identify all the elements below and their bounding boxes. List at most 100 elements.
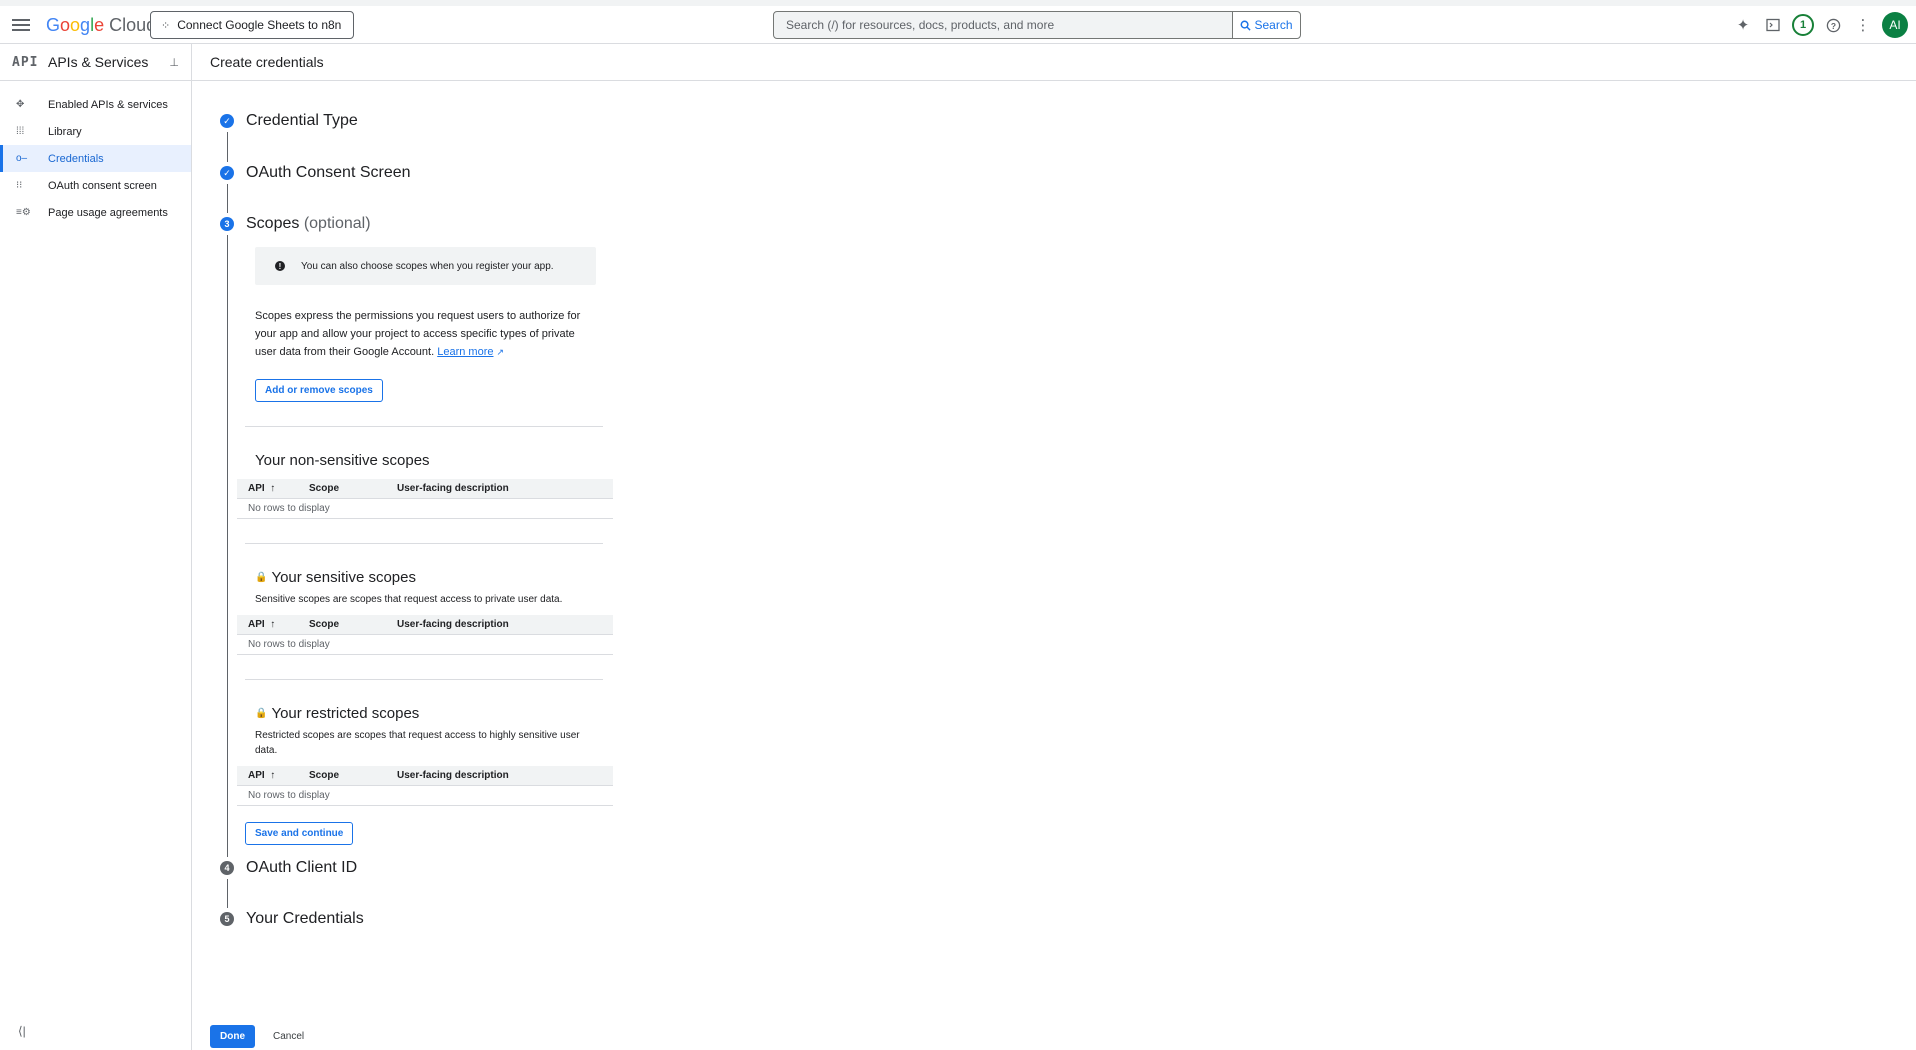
table-header: API ↑ Scope User-facing description xyxy=(237,479,613,499)
check-icon: ✓ xyxy=(220,166,234,180)
save-and-continue-button[interactable]: Save and continue xyxy=(245,822,354,845)
sidebar-item-label: Enabled APIs & services xyxy=(48,98,168,111)
sidebar: API APIs & Services ⊥ ✥ Enabled APIs & s… xyxy=(0,44,192,1050)
step-your-credentials[interactable]: 5 Your Credentials xyxy=(220,908,640,930)
check-icon: ✓ xyxy=(220,114,234,128)
top-icons: ✦ 1 ? ⋮ AI xyxy=(1732,12,1916,38)
lock-icon: 🔒 xyxy=(255,708,268,719)
consent-icon: ⁝⁝ xyxy=(16,180,23,191)
sidebar-item-library[interactable]: ⁞⁞⁞ Library xyxy=(0,118,191,145)
info-icon: ! xyxy=(275,261,285,271)
sidebar-item-credentials[interactable]: o‒ Credentials xyxy=(0,145,191,172)
restricted-scopes-table: API ↑ Scope User-facing description No r… xyxy=(237,766,613,806)
main-content: Create credentials ✓ Credential Type ✓ O… xyxy=(192,44,1916,1050)
logo-google-text: Google xyxy=(46,15,105,35)
sidebar-item-label: Credentials xyxy=(48,152,104,165)
project-icon: ⁘ xyxy=(161,19,170,32)
sidebar-item-label: Library xyxy=(48,125,82,138)
step-oauth-consent[interactable]: ✓ OAuth Consent Screen xyxy=(220,162,640,184)
scope-column-header[interactable]: Scope xyxy=(309,770,397,781)
step-number-badge: 3 xyxy=(220,217,234,231)
info-banner: ! You can also choose scopes when you re… xyxy=(255,247,596,285)
library-icon: ⁞⁞⁞ xyxy=(16,126,25,137)
enabled-apis-icon: ✥ xyxy=(16,99,25,110)
sensitive-scopes-title: 🔒 Your sensitive scopes xyxy=(255,569,416,586)
done-button[interactable]: Done xyxy=(210,1025,255,1048)
collapse-sidebar-icon[interactable]: ⟨| xyxy=(18,1024,26,1038)
step-scopes[interactable]: 3 Scopes (optional) xyxy=(220,213,640,235)
description-column-header[interactable]: User-facing description xyxy=(397,619,613,630)
pin-icon[interactable]: ⊥ xyxy=(169,56,179,69)
help-icon[interactable]: ? xyxy=(1822,14,1844,36)
sidebar-item-page-usage[interactable]: ≡⚙ Page usage agreements xyxy=(0,199,191,226)
google-cloud-logo[interactable]: Google Cloud xyxy=(46,15,156,36)
scope-column-header[interactable]: Scope xyxy=(309,619,397,630)
empty-row: No rows to display xyxy=(237,499,613,519)
learn-more-link[interactable]: Learn more xyxy=(437,346,493,358)
sort-up-icon: ↑ xyxy=(270,483,276,494)
divider xyxy=(245,679,603,680)
restricted-scopes-title: 🔒 Your restricted scopes xyxy=(255,705,420,722)
sidebar-item-enabled-apis[interactable]: ✥ Enabled APIs & services xyxy=(0,91,191,118)
divider xyxy=(245,543,603,544)
scope-column-header[interactable]: Scope xyxy=(309,483,397,494)
key-icon: o‒ xyxy=(16,153,28,164)
cancel-button[interactable]: Cancel xyxy=(273,1031,304,1042)
stepper: ✓ Credential Type ✓ OAuth Consent Screen… xyxy=(220,110,640,930)
empty-row: No rows to display xyxy=(237,786,613,806)
sidebar-item-label: OAuth consent screen xyxy=(48,179,157,192)
search-button[interactable]: Search xyxy=(1232,12,1300,38)
menu-icon[interactable] xyxy=(12,16,30,34)
search-button-label: Search xyxy=(1254,18,1293,32)
notifications-icon[interactable]: 1 xyxy=(1792,14,1814,36)
step-label: Your Credentials xyxy=(246,910,364,927)
restricted-scopes-subtitle: Restricted scopes are scopes that reques… xyxy=(255,730,580,756)
search-bar: Search xyxy=(773,11,1301,39)
step-label: OAuth Consent Screen xyxy=(246,164,411,181)
lock-open-icon: 🔒 xyxy=(255,572,268,583)
sidebar-title: APIs & Services xyxy=(48,54,149,70)
form-actions: Done Cancel xyxy=(210,1025,304,1048)
add-remove-scopes-button[interactable]: Add or remove scopes xyxy=(255,379,383,402)
step-connector xyxy=(227,132,228,162)
project-picker-button[interactable]: ⁘ Connect Google Sheets to n8n xyxy=(150,11,355,39)
cloud-shell-icon[interactable] xyxy=(1762,14,1784,36)
step-oauth-client-id[interactable]: 4 OAuth Client ID xyxy=(220,857,640,879)
sidebar-item-label: Page usage agreements xyxy=(48,206,168,219)
scopes-panel: ! You can also choose scopes when you re… xyxy=(227,235,640,857)
sidebar-nav: ✥ Enabled APIs & services ⁞⁞⁞ Library o‒… xyxy=(0,81,191,226)
top-bar: Google Cloud ⁘ Connect Google Sheets to … xyxy=(0,0,1916,44)
avatar[interactable]: AI xyxy=(1882,12,1908,38)
step-label: Credential Type xyxy=(246,112,358,129)
step-label: Scopes (optional) xyxy=(246,215,371,232)
sidebar-item-oauth-consent[interactable]: ⁝⁝ OAuth consent screen xyxy=(0,172,191,199)
svg-text:?: ? xyxy=(1830,20,1835,30)
gemini-icon[interactable]: ✦ xyxy=(1732,14,1754,36)
sensitive-scopes-table: API ↑ Scope User-facing description No r… xyxy=(237,615,613,655)
api-column-header[interactable]: API ↑ xyxy=(237,770,309,781)
table-header: API ↑ Scope User-facing description xyxy=(237,615,613,635)
step-credential-type[interactable]: ✓ Credential Type xyxy=(220,110,640,132)
table-header: API ↑ Scope User-facing description xyxy=(237,766,613,786)
description-column-header[interactable]: User-facing description xyxy=(397,770,613,781)
description-column-header[interactable]: User-facing description xyxy=(397,483,613,494)
step-label: OAuth Client ID xyxy=(246,859,358,876)
project-name: Connect Google Sheets to n8n xyxy=(177,18,342,32)
sort-up-icon: ↑ xyxy=(270,619,276,630)
more-options-icon[interactable]: ⋮ xyxy=(1852,14,1874,36)
search-input[interactable] xyxy=(774,12,1232,38)
settings-list-icon: ≡⚙ xyxy=(16,207,31,218)
step-number-badge: 4 xyxy=(220,861,234,875)
api-logo-icon: API xyxy=(12,54,39,70)
external-link-icon: ↗ xyxy=(496,347,505,357)
non-sensitive-scopes-title: Your non-sensitive scopes xyxy=(255,452,430,469)
page-title: Create credentials xyxy=(192,44,1916,81)
non-sensitive-scopes-table: API ↑ Scope User-facing description No r… xyxy=(237,479,613,519)
divider xyxy=(245,426,603,427)
step-connector xyxy=(227,184,228,213)
sort-up-icon: ↑ xyxy=(270,770,276,781)
api-column-header[interactable]: API ↑ xyxy=(237,619,309,630)
api-column-header[interactable]: API ↑ xyxy=(237,483,309,494)
scopes-description: Scopes express the permissions you reque… xyxy=(255,310,581,358)
sensitive-scopes-subtitle: Sensitive scopes are scopes that request… xyxy=(255,594,563,605)
